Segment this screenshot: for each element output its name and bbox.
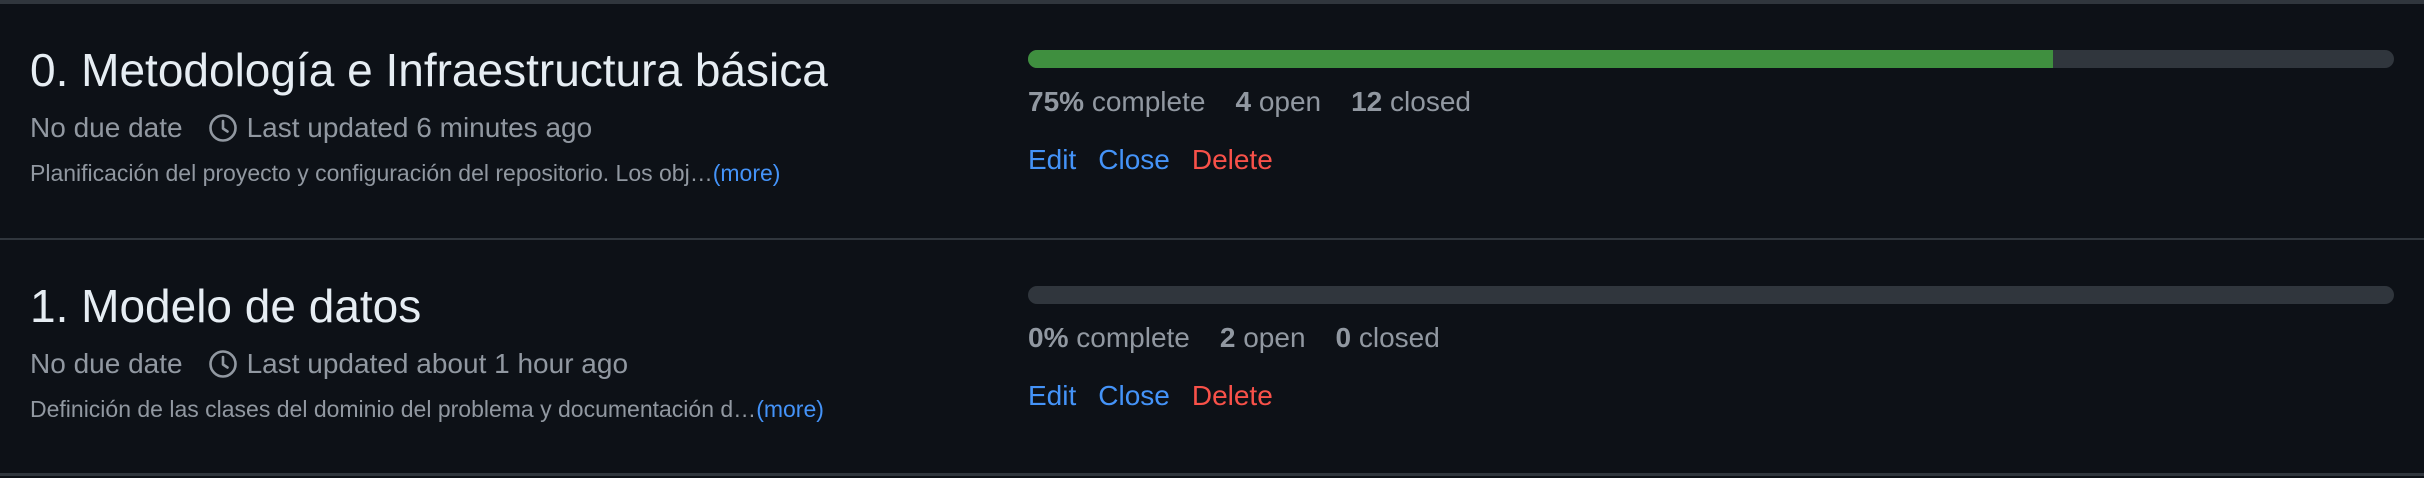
milestone-meta: No due date Last updated 6 minutes ago [30,108,592,148]
last-updated: Last updated about 1 hour ago [246,348,629,379]
description-text: Definición de las clases del dominio del… [30,396,757,422]
close-link[interactable]: Close [1098,376,1170,416]
milestone-list: 0. Metodología e Infraestructura básica … [0,0,2424,478]
milestone-actions: Edit Close Delete [1028,140,1273,180]
milestone-row: 1. Modelo de datos No due date Last upda… [0,240,2424,476]
milestone-stats: 0% complete 2 open 0 closed [1028,318,1440,358]
last-updated: Last updated 6 minutes ago [246,112,593,143]
edit-link[interactable]: Edit [1028,140,1076,180]
more-link[interactable]: (more) [756,396,824,422]
due-date: No due date [30,348,183,379]
due-date: No due date [30,112,183,143]
progress-fill [1028,50,2053,68]
milestone-description: Definición de las clases del dominio del… [30,392,824,426]
percent-complete: 0% complete [1028,322,1190,353]
progress-bar [1028,50,2394,68]
close-link[interactable]: Close [1098,140,1170,180]
milestone-description: Planificación del proyecto y configuraci… [30,156,780,190]
clock-icon [207,348,239,380]
milestone-meta: No due date Last updated about 1 hour ag… [30,344,628,384]
milestone-row: 0. Metodología e Infraestructura básica … [0,4,2424,240]
edit-link[interactable]: Edit [1028,376,1076,416]
milestone-title[interactable]: 0. Metodología e Infraestructura básica [30,40,828,100]
open-count: 2 open [1219,322,1306,353]
description-text: Planificación del proyecto y configuraci… [30,160,713,186]
milestone-title[interactable]: 1. Modelo de datos [30,276,421,336]
delete-link[interactable]: Delete [1192,140,1273,180]
milestone-stats: 75% complete 4 open 12 closed [1028,82,1471,122]
delete-link[interactable]: Delete [1192,376,1273,416]
milestone-actions: Edit Close Delete [1028,376,1273,416]
open-count: 4 open [1235,86,1322,117]
closed-count: 12 closed [1351,86,1471,117]
clock-icon [207,112,239,144]
percent-complete: 75% complete [1028,86,1206,117]
more-link[interactable]: (more) [713,160,781,186]
progress-bar [1028,286,2394,304]
closed-count: 0 closed [1335,322,1440,353]
